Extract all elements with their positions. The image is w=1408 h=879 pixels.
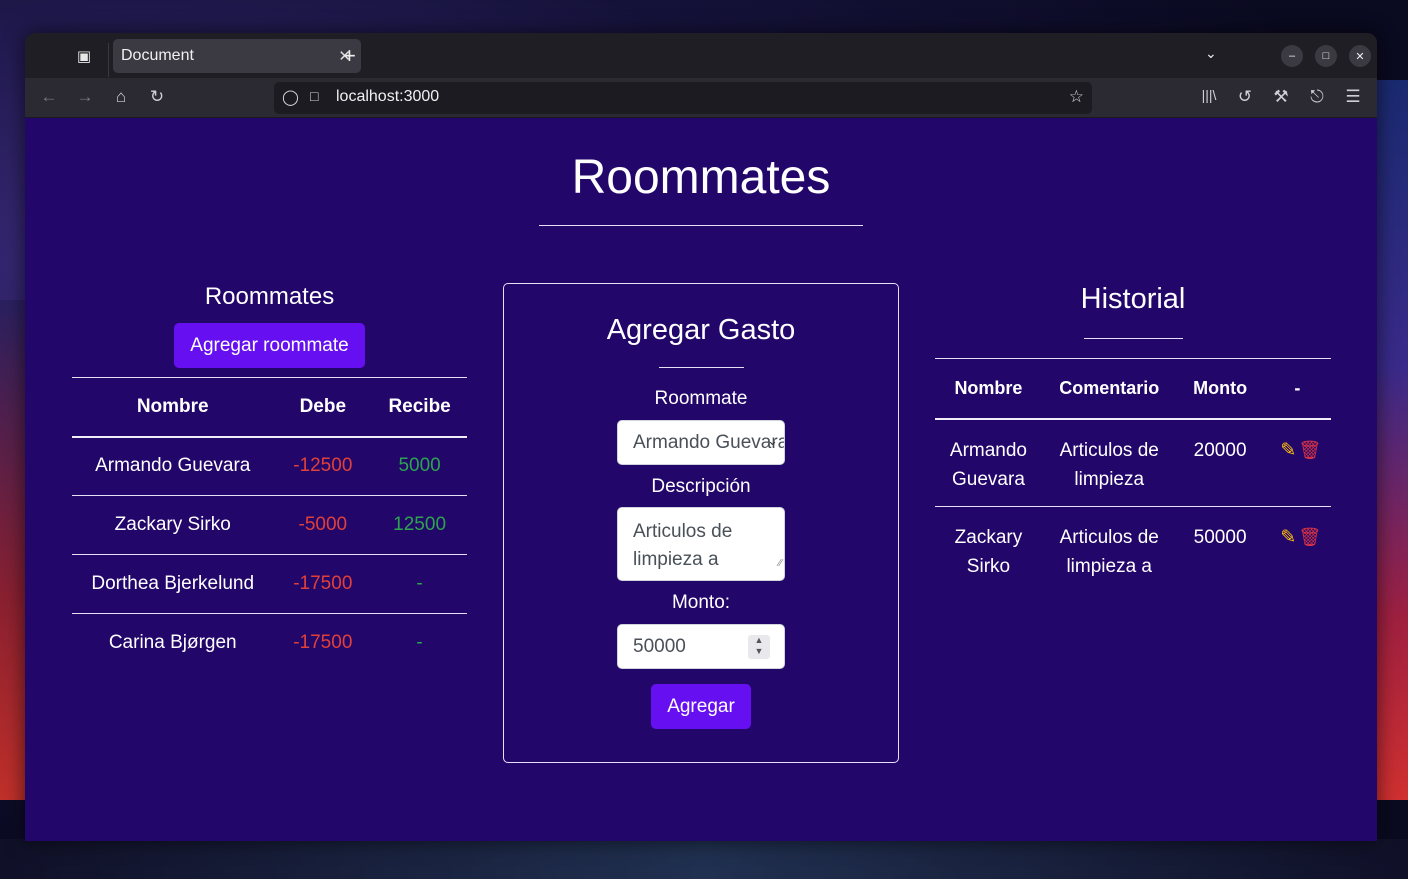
page-content: Roommates Roommates Agregar roommate Nom… [25, 118, 1377, 841]
column-header-debe: Debe [273, 377, 373, 438]
roommate-name: Carina Bjørgen [108, 632, 237, 654]
historial-divider [1083, 338, 1183, 339]
gasto-heading: Agregar Gasto [606, 314, 796, 346]
shield-icon[interactable]: ◯ [282, 88, 299, 106]
resize-grip-icon[interactable]: ∕∕ [779, 550, 782, 578]
historial-nombre: Zackary Sirko [954, 527, 1023, 577]
roommate-debe: -17500 [273, 554, 373, 614]
back-icon[interactable]: ← [38, 87, 60, 107]
tab-title: Document [121, 47, 194, 64]
browser-window: ▣ Document ✕ + ⌄ – □ ✕ ← → ⌂ ↻ ◯ □ local… [25, 33, 1377, 841]
roommate-name: Armando Guevara [72, 436, 274, 496]
url-bar[interactable]: ◯ □ localhost:3000 ☆ [274, 82, 1092, 114]
library-icon[interactable]: |||\ [1198, 87, 1220, 103]
maximize-icon[interactable]: □ [1315, 45, 1337, 67]
edit-icon[interactable]: ✎ [1278, 441, 1298, 460]
roommate-debe: -12500 [273, 436, 373, 496]
roommate-recibe: 5000 [372, 436, 467, 496]
table-row: Armando Guevara -12500 5000 [72, 436, 467, 496]
agregar-gasto-card: Agregar Gasto Roommate Armando Guevara ⌄… [503, 283, 899, 763]
descripcion-textarea[interactable]: Articulos de limpieza a ∕∕ [617, 507, 785, 581]
table-row: Zackary Sirko Articulos de limpieza a 50… [935, 507, 1331, 595]
forward-icon[interactable]: → [74, 87, 96, 107]
historial-nombre: Armando Guevara [935, 418, 1042, 507]
roommate-select-value: Armando Guevara [633, 432, 785, 453]
page-icon: □ [310, 88, 319, 104]
tab-separator [108, 43, 109, 77]
title-divider [539, 225, 863, 226]
column-header-actions: - [1263, 358, 1331, 420]
table-row: Dorthea Bjerkelund -17500 - [72, 554, 467, 614]
historial-header-row: Nombre Comentario Monto - [935, 358, 1331, 420]
historial-heading: Historial [1080, 283, 1186, 315]
agregar-button[interactable]: Agregar [651, 684, 751, 729]
monto-input[interactable]: 50000 ▲ ▼ [617, 624, 785, 669]
chevron-down-icon[interactable]: ⌄ [1205, 45, 1217, 62]
column-header-recibe: Recibe [372, 377, 467, 438]
trash-icon[interactable]: 🗑 [1298, 440, 1321, 460]
historial-panel: Historial Nombre Comentario Monto - Arma… [935, 283, 1331, 595]
wallpaper-right [1376, 80, 1408, 800]
column-header-nombre: Nombre [72, 377, 274, 438]
column-header-comentario: Comentario [1041, 358, 1177, 420]
tab-bar: ▣ Document ✕ + ⌄ – □ ✕ [25, 33, 1377, 78]
table-row: Carina Bjørgen -17500 - [72, 614, 467, 673]
nav-bar: ← → ⌂ ↻ ◯ □ localhost:3000 ☆ |||\ ↺ ⚒ ⎋ … [25, 78, 1377, 118]
edit-icon[interactable]: ✎ [1278, 528, 1298, 547]
history-icon[interactable]: ↺ [1234, 87, 1256, 107]
roommate-select[interactable]: Armando Guevara ⌄ [617, 420, 785, 465]
roommates-panel: Roommates Agregar roommate Nombre Debe R… [72, 283, 467, 673]
new-tab-icon[interactable]: + [343, 43, 356, 69]
url-text[interactable]: localhost:3000 [336, 88, 439, 106]
roommate-label: Roommate [654, 388, 748, 409]
monto-value: 50000 [633, 636, 686, 657]
roommates-heading: Roommates [204, 283, 335, 310]
column-header-nombre: Nombre [935, 358, 1042, 420]
roommate-debe: -5000 [273, 495, 373, 555]
descripcion-value: Articulos de limpieza a [633, 521, 733, 570]
gasto-divider [659, 367, 744, 368]
tab-document[interactable]: Document ✕ [113, 39, 361, 73]
roommate-recibe: - [416, 632, 423, 654]
trash-icon[interactable]: 🗑 [1298, 528, 1321, 547]
roommate-name: Dorthea Bjerkelund [72, 554, 274, 614]
historial-table: Nombre Comentario Monto - Armando Guevar… [935, 358, 1331, 595]
historial-actions: ✎ 🗑 [1264, 507, 1331, 595]
add-roommate-button[interactable]: Agregar roommate [174, 323, 365, 368]
historial-comentario: Articulos de limpieza [1041, 418, 1177, 507]
roommates-table: Nombre Debe Recibe Armando Guevara -1250… [72, 377, 467, 673]
wallpaper-bottom [0, 839, 1408, 879]
wrench-icon[interactable]: ⚒ [1270, 87, 1292, 107]
minimize-icon[interactable]: – [1281, 45, 1303, 67]
monto-label: Monto: [671, 592, 731, 613]
home-icon[interactable]: ⌂ [110, 87, 132, 107]
chevron-down-icon: ⌄ [767, 433, 778, 448]
historial-comentario: Articulos de limpieza a [1059, 527, 1159, 577]
table-row: Zackary Sirko -5000 12500 [72, 495, 467, 555]
roommate-name: Zackary Sirko [72, 495, 274, 555]
roommate-recibe: 12500 [372, 495, 467, 555]
close-window-icon[interactable]: ✕ [1349, 45, 1371, 67]
historial-monto: 20000 [1176, 418, 1264, 507]
column-header-monto: Monto [1176, 358, 1264, 420]
historial-monto: 50000 [1193, 527, 1247, 548]
page-title: Roommates [571, 151, 831, 204]
bookmark-star-icon[interactable]: ☆ [1069, 87, 1084, 107]
table-row: Armando Guevara Articulos de limpieza 20… [935, 418, 1331, 507]
roommate-recibe: - [372, 554, 467, 614]
historial-actions: ✎ 🗑 [1263, 418, 1331, 507]
extensions-icon[interactable]: ⎋ [1306, 87, 1328, 107]
reload-icon[interactable]: ↻ [146, 87, 168, 107]
descripcion-label: Descripción [651, 476, 751, 497]
menu-icon[interactable]: ☰ [1342, 87, 1364, 107]
roommate-debe: -17500 [293, 632, 353, 654]
number-spinner-icon[interactable]: ▲ ▼ [748, 635, 770, 659]
roommates-header-row: Nombre Debe Recibe [72, 377, 467, 438]
tab-manager-icon[interactable]: ▣ [73, 45, 95, 67]
